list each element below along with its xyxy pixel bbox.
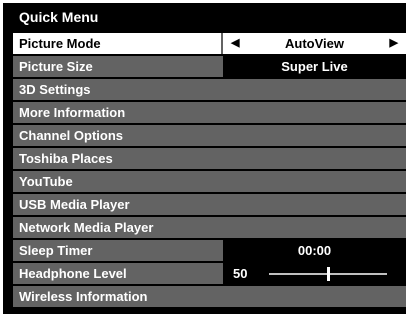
menu-item-label: Toshiba Places [19, 151, 113, 166]
menu-item-toshiba-places[interactable]: Toshiba Places [13, 148, 406, 169]
menu-item-label: More Information [19, 105, 126, 120]
menu-item-picture-mode[interactable]: Picture Mode ◀ AutoView ▶ [13, 33, 406, 54]
menu-item-label: Network Media Player [19, 220, 154, 235]
menu-item-label: Channel Options [19, 128, 123, 143]
headphone-level-value: 50 [233, 266, 248, 281]
menu-item-channel-options[interactable]: Channel Options [13, 125, 406, 146]
menu-title: Quick Menu [19, 9, 99, 25]
headphone-level-control[interactable]: 50 [223, 263, 406, 284]
menu-item-label: USB Media Player [19, 197, 130, 212]
menu-item-label: Picture Size [19, 59, 93, 74]
picture-mode-selector[interactable]: ◀ AutoView ▶ [223, 33, 406, 54]
menu-item-label: Sleep Timer [19, 243, 93, 258]
picture-size-value-cell: Super Live [223, 56, 406, 77]
picture-mode-value: AutoView [285, 36, 344, 51]
quick-menu: Quick Menu Picture Mode ◀ AutoView ▶ Pic… [3, 3, 406, 314]
sleep-timer-value: 00:00 [297, 243, 332, 258]
sleep-timer-value-cell: 00:00 [223, 240, 406, 261]
menu-item-youtube[interactable]: YouTube [13, 171, 406, 192]
menu-item-label: Headphone Level [19, 266, 127, 281]
right-arrow-icon[interactable]: ▶ [390, 33, 398, 54]
menu-item-more-information[interactable]: More Information [13, 102, 406, 123]
menu-item-label: Picture Mode [19, 36, 101, 51]
menu-item-network-media-player[interactable]: Network Media Player [13, 217, 406, 238]
menu-item-3d-settings[interactable]: 3D Settings [13, 79, 406, 100]
menu-item-headphone-level[interactable]: Headphone Level 50 [13, 263, 406, 284]
headphone-level-slider-thumb[interactable] [327, 267, 330, 281]
menu-item-sleep-timer[interactable]: Sleep Timer 00:00 [13, 240, 406, 261]
menu-item-wireless-information[interactable]: Wireless Information [13, 286, 406, 307]
menu-item-label: 3D Settings [19, 82, 91, 97]
menu-item-picture-size[interactable]: Picture Size Super Live [13, 56, 406, 77]
menu-item-label: YouTube [19, 174, 73, 189]
menu-item-usb-media-player[interactable]: USB Media Player [13, 194, 406, 215]
picture-size-value: Super Live [281, 59, 348, 74]
menu-item-label: Wireless Information [19, 289, 148, 304]
